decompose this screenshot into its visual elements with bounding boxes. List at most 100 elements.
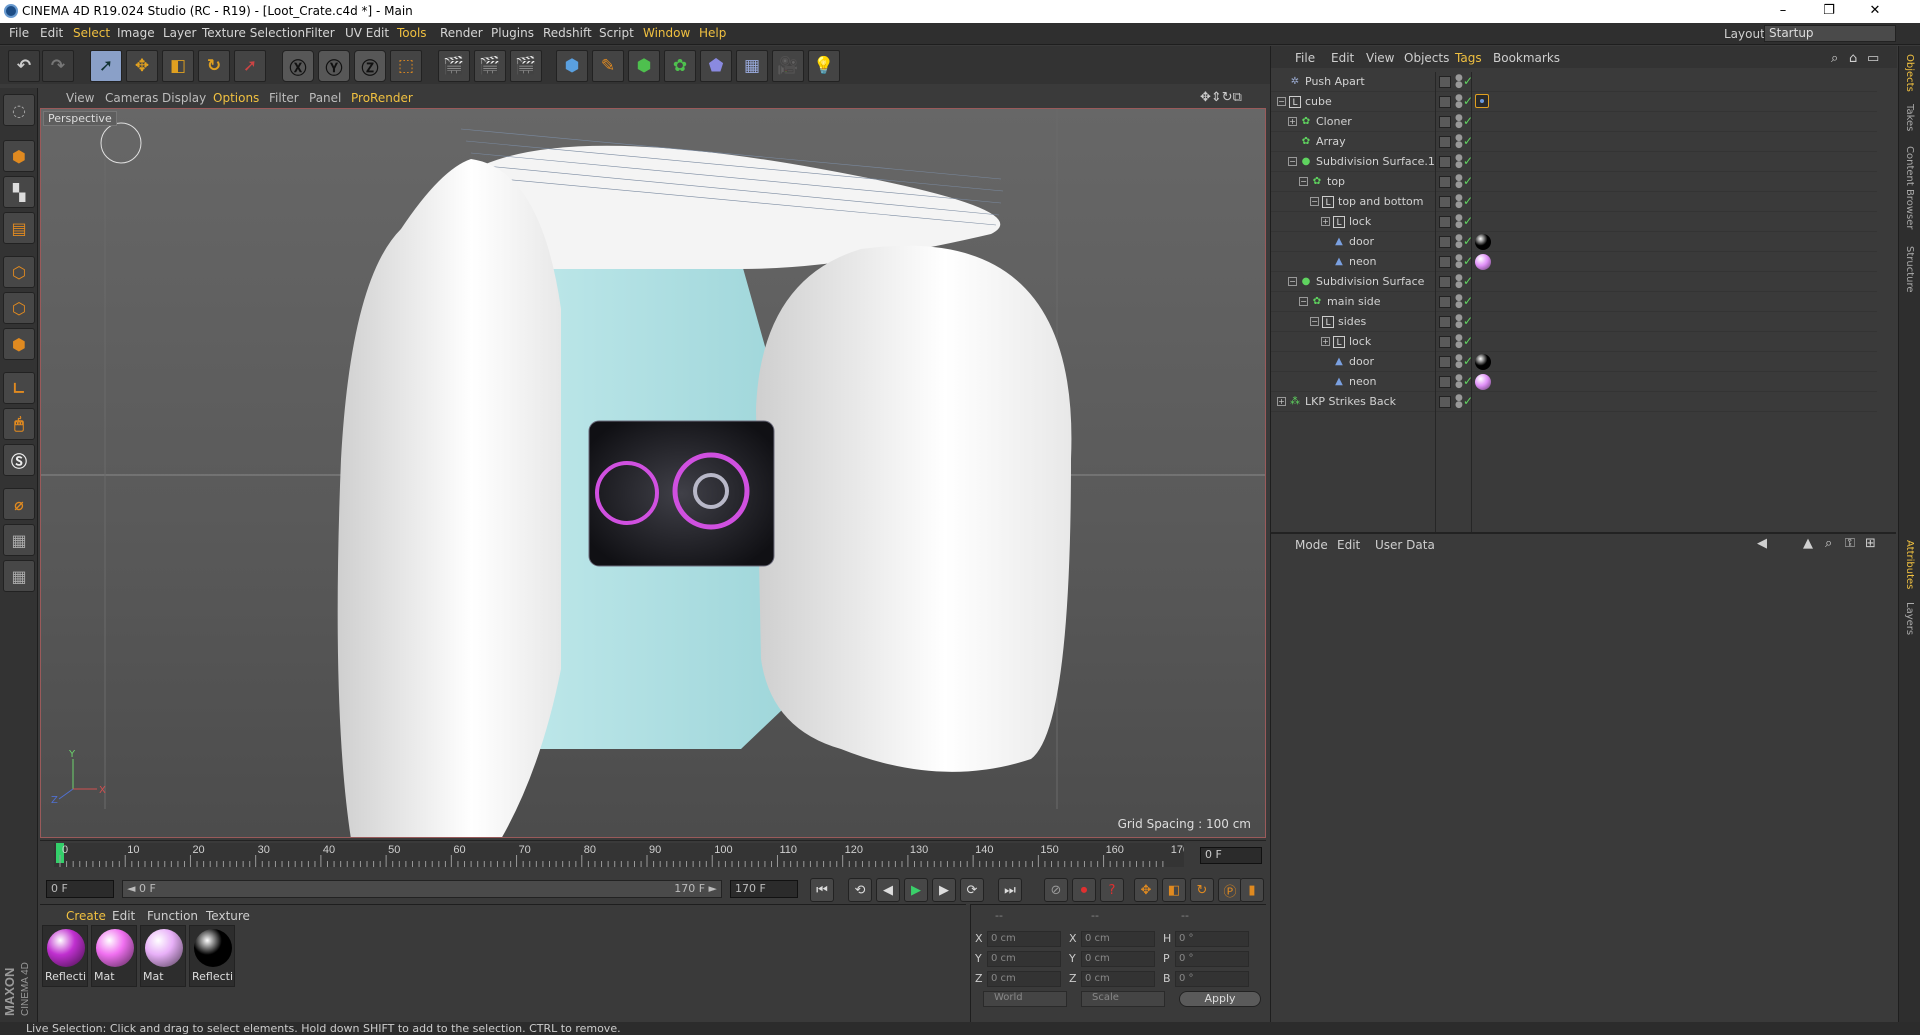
points-mode-icon[interactable]: ⬡ xyxy=(3,256,35,288)
viewport-menu-prorender[interactable]: ProRender xyxy=(351,91,413,105)
layer-visibility-icon[interactable] xyxy=(1439,356,1451,368)
object-row[interactable]: − Lsides ● ● ✓ xyxy=(1271,312,1877,332)
subdivision-generator-icon[interactable]: ⬢ xyxy=(628,50,660,82)
layer-visibility-icon[interactable] xyxy=(1439,196,1451,208)
am-back-icon[interactable]: ◀ xyxy=(1757,536,1767,551)
editor-render-visibility-icon[interactable]: ● ● xyxy=(1455,294,1463,310)
om-menu-edit[interactable]: Edit xyxy=(1331,51,1354,65)
render-view-icon[interactable]: 🎬 xyxy=(438,50,470,82)
layer-visibility-icon[interactable] xyxy=(1439,236,1451,248)
object-row[interactable]: − ✿ top ● ● ✓ xyxy=(1271,172,1877,192)
material-swatch[interactable]: Reflecti xyxy=(42,925,88,987)
object-row[interactable]: + ⁂ LKP Strikes Back ● ● ✓ xyxy=(1271,392,1877,412)
object-row[interactable]: − ● Subdivision Surface ● ● ✓ xyxy=(1271,272,1877,292)
material-menu-edit[interactable]: Edit xyxy=(112,909,135,923)
viewport-menu-filter[interactable]: Filter xyxy=(269,91,299,105)
material-swatch[interactable]: Mat xyxy=(91,925,137,987)
editor-render-visibility-icon[interactable]: ● ● xyxy=(1455,194,1463,210)
om-menu-view[interactable]: View xyxy=(1366,51,1394,65)
apply-button[interactable]: Apply xyxy=(1179,991,1261,1007)
viewport-navigation-icons[interactable]: ✥⇕↻⧉ xyxy=(1200,90,1242,105)
keyframe-selection-icon[interactable]: ? xyxy=(1100,878,1124,902)
menu-redshift[interactable]: Redshift xyxy=(543,26,592,40)
am-new-icon[interactable]: ⊞ xyxy=(1865,536,1876,551)
viewport-menu-display[interactable]: Display xyxy=(162,91,206,105)
tab-attributes[interactable]: Attributes xyxy=(1904,540,1915,589)
lock-workplane-icon[interactable]: ▦ xyxy=(3,524,35,556)
menu-filter[interactable]: Filter xyxy=(305,26,335,40)
am-lock-icon[interactable]: ⚿ xyxy=(1845,536,1855,551)
tab-objects[interactable]: Objects xyxy=(1904,54,1915,92)
perspective-viewport[interactable]: Y X Z Perspective Grid Spacing : 100 cm xyxy=(40,108,1266,838)
am-search-icon[interactable]: ⌕ xyxy=(1825,536,1832,551)
coord-value-field[interactable]: 0 ° xyxy=(1175,971,1249,987)
coord-value-field[interactable]: 0 cm xyxy=(1081,971,1155,987)
rotation-key-icon[interactable]: ↻ xyxy=(1190,878,1214,902)
menu-window[interactable]: Window xyxy=(643,26,690,40)
editor-render-visibility-icon[interactable]: ● ● xyxy=(1455,174,1463,190)
y-axis-lock-icon[interactable]: Ⓨ xyxy=(318,50,350,82)
coord-value-field[interactable]: 0 ° xyxy=(1175,951,1249,967)
object-row[interactable]: − ● Subdivision Surface.1 ● ● ✓ xyxy=(1271,152,1877,172)
scale-icon[interactable]: ◧ xyxy=(162,50,194,82)
expand-toggle-icon[interactable]: − xyxy=(1310,197,1319,206)
tab-structure[interactable]: Structure xyxy=(1904,246,1915,293)
menu-script[interactable]: Script xyxy=(599,26,634,40)
editor-render-visibility-icon[interactable]: ● ● xyxy=(1455,114,1463,130)
start-frame-field[interactable]: 0 F xyxy=(46,880,114,898)
layer-visibility-icon[interactable] xyxy=(1439,316,1451,328)
camera-label[interactable]: Perspective xyxy=(43,111,117,126)
layer-visibility-icon[interactable] xyxy=(1439,116,1451,128)
menu-plugins[interactable]: Plugins xyxy=(491,26,534,40)
editor-render-visibility-icon[interactable]: ● ● xyxy=(1455,374,1463,390)
material-tag-icon[interactable] xyxy=(1475,354,1491,370)
editor-render-visibility-icon[interactable]: ● ● xyxy=(1455,94,1463,110)
viewport-menu-cameras[interactable]: Cameras xyxy=(105,91,158,105)
end-frame-field[interactable]: 170 F xyxy=(730,880,798,898)
om-menu-bookmarks[interactable]: Bookmarks xyxy=(1493,51,1560,65)
material-swatch[interactable]: Mat xyxy=(140,925,186,987)
object-row[interactable]: ▲ neon ● ● ✓ xyxy=(1271,252,1877,272)
render-settings-icon[interactable]: 🎬 xyxy=(510,50,542,82)
autokeying-icon[interactable]: ⏺ xyxy=(1072,878,1096,902)
go-to-start-icon[interactable]: ⏮ xyxy=(810,878,834,902)
object-row[interactable]: + Llock ● ● ✓ xyxy=(1271,212,1877,232)
editor-render-visibility-icon[interactable]: ● ● xyxy=(1455,154,1463,170)
editor-render-visibility-icon[interactable]: ● ● xyxy=(1455,394,1463,410)
expand-toggle-icon[interactable]: − xyxy=(1299,297,1308,306)
close-button[interactable]: ✕ xyxy=(1852,0,1898,23)
layer-visibility-icon[interactable] xyxy=(1439,256,1451,268)
editor-render-visibility-icon[interactable]: ● ● xyxy=(1455,74,1463,90)
layer-visibility-icon[interactable] xyxy=(1439,216,1451,228)
tab-takes[interactable]: Takes xyxy=(1904,104,1915,131)
recent-tool-icon[interactable]: ➚ xyxy=(234,50,266,82)
pen-spline-icon[interactable]: ✎ xyxy=(592,50,624,82)
play-forward-icon[interactable]: ▶ xyxy=(904,878,928,902)
menu-help[interactable]: Help xyxy=(699,26,726,40)
coordinate-space-select[interactable]: World xyxy=(983,991,1067,1007)
viewport-menu-options[interactable]: Options xyxy=(213,91,259,105)
tweak-mode-icon[interactable]: 🖱 xyxy=(3,408,35,440)
expand-toggle-icon[interactable]: + xyxy=(1321,217,1330,226)
deformer-icon[interactable]: ⬟ xyxy=(700,50,732,82)
layer-visibility-icon[interactable] xyxy=(1439,76,1451,88)
am-up-icon[interactable]: ▲ xyxy=(1803,536,1813,551)
om-new-view-icon[interactable]: ▭ xyxy=(1867,51,1879,66)
timeline-window-icon[interactable]: ▮ xyxy=(1240,878,1264,902)
go-to-previous-frame-icon[interactable]: ◀ xyxy=(876,878,900,902)
coord-value-field[interactable]: 0 cm xyxy=(1081,951,1155,967)
position-key-icon[interactable]: ✥ xyxy=(1134,878,1158,902)
object-row[interactable]: ▲ door ● ● ✓ xyxy=(1271,232,1877,252)
polygons-mode-icon[interactable]: ⬢ xyxy=(3,328,35,360)
material-tag-icon[interactable] xyxy=(1475,374,1491,390)
mograph-cloner-icon[interactable]: ✿ xyxy=(664,50,696,82)
object-row[interactable]: − Ltop and bottom ● ● ✓ xyxy=(1271,192,1877,212)
workplane-mode-icon[interactable]: ▤ xyxy=(3,212,35,244)
menu-edit[interactable]: Edit xyxy=(40,26,63,40)
parameter-key-icon[interactable]: Ⓟ xyxy=(1218,878,1242,902)
object-row[interactable]: ✿ Array ● ● ✓ xyxy=(1271,132,1877,152)
menu-tools[interactable]: Tools xyxy=(397,26,427,40)
expand-toggle-icon[interactable]: − xyxy=(1299,177,1308,186)
snap-icon[interactable]: Ⓢ xyxy=(3,444,35,476)
coordinate-system-icon[interactable]: ⬚ xyxy=(390,50,422,82)
